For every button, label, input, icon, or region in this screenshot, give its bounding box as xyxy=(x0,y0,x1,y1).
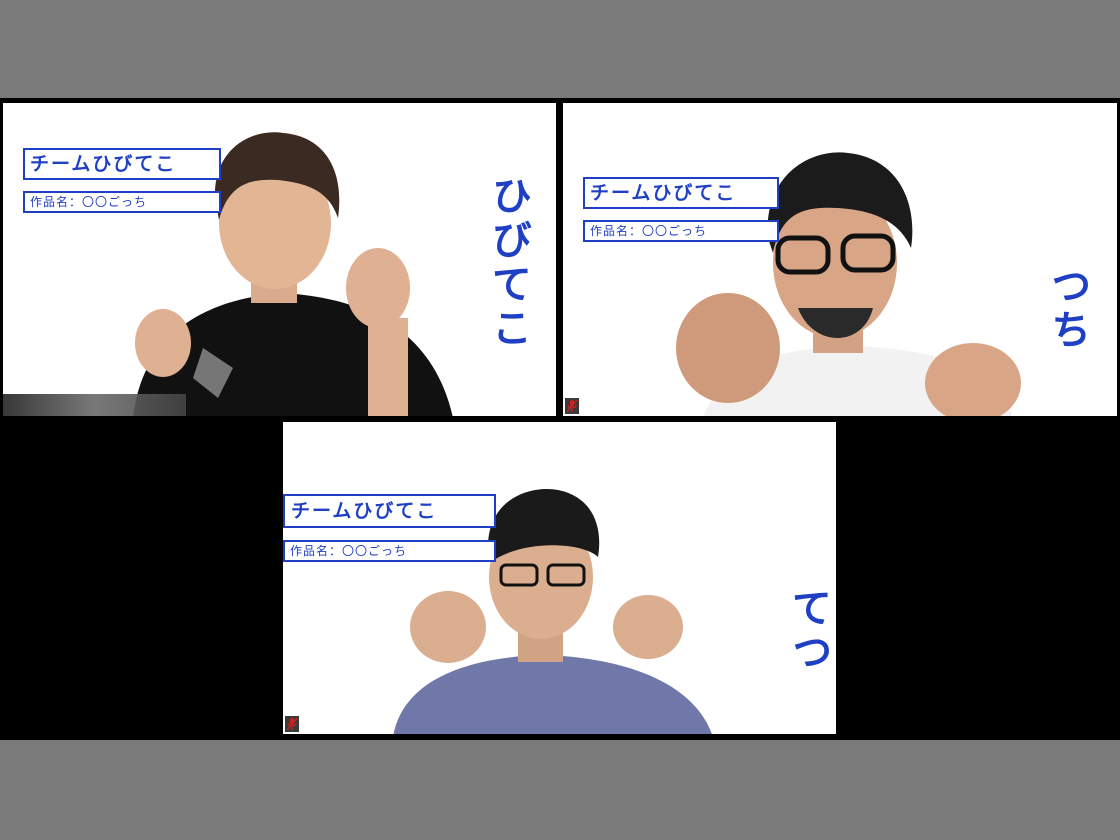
team-label: チームひびてこ xyxy=(283,494,496,528)
work-label: 作品名：〇〇ごっち xyxy=(23,191,221,213)
work-label: 作品名：〇〇ごっち xyxy=(583,220,779,242)
mic-muted-icon xyxy=(565,398,579,414)
video-tile-1[interactable]: チームひびてこ 作品名：〇〇ごっち ひびてこ xyxy=(3,103,556,416)
participant-name-bar xyxy=(3,394,186,416)
video-tile-2[interactable]: チームひびてこ 作品名：〇〇ごっち つち xyxy=(563,103,1117,416)
vertical-name: ひびてこ xyxy=(485,175,531,351)
vertical-name: てつ xyxy=(785,587,831,675)
vertical-name: つち xyxy=(1044,265,1090,353)
mic-muted-icon xyxy=(285,716,299,732)
team-label: チームひびてこ xyxy=(23,148,221,180)
team-label: チームひびてこ xyxy=(583,177,779,209)
video-tile-3[interactable]: チームひびてこ 作品名：〇〇ごっち てつ xyxy=(283,422,836,734)
work-label: 作品名：〇〇ごっち xyxy=(283,540,496,562)
